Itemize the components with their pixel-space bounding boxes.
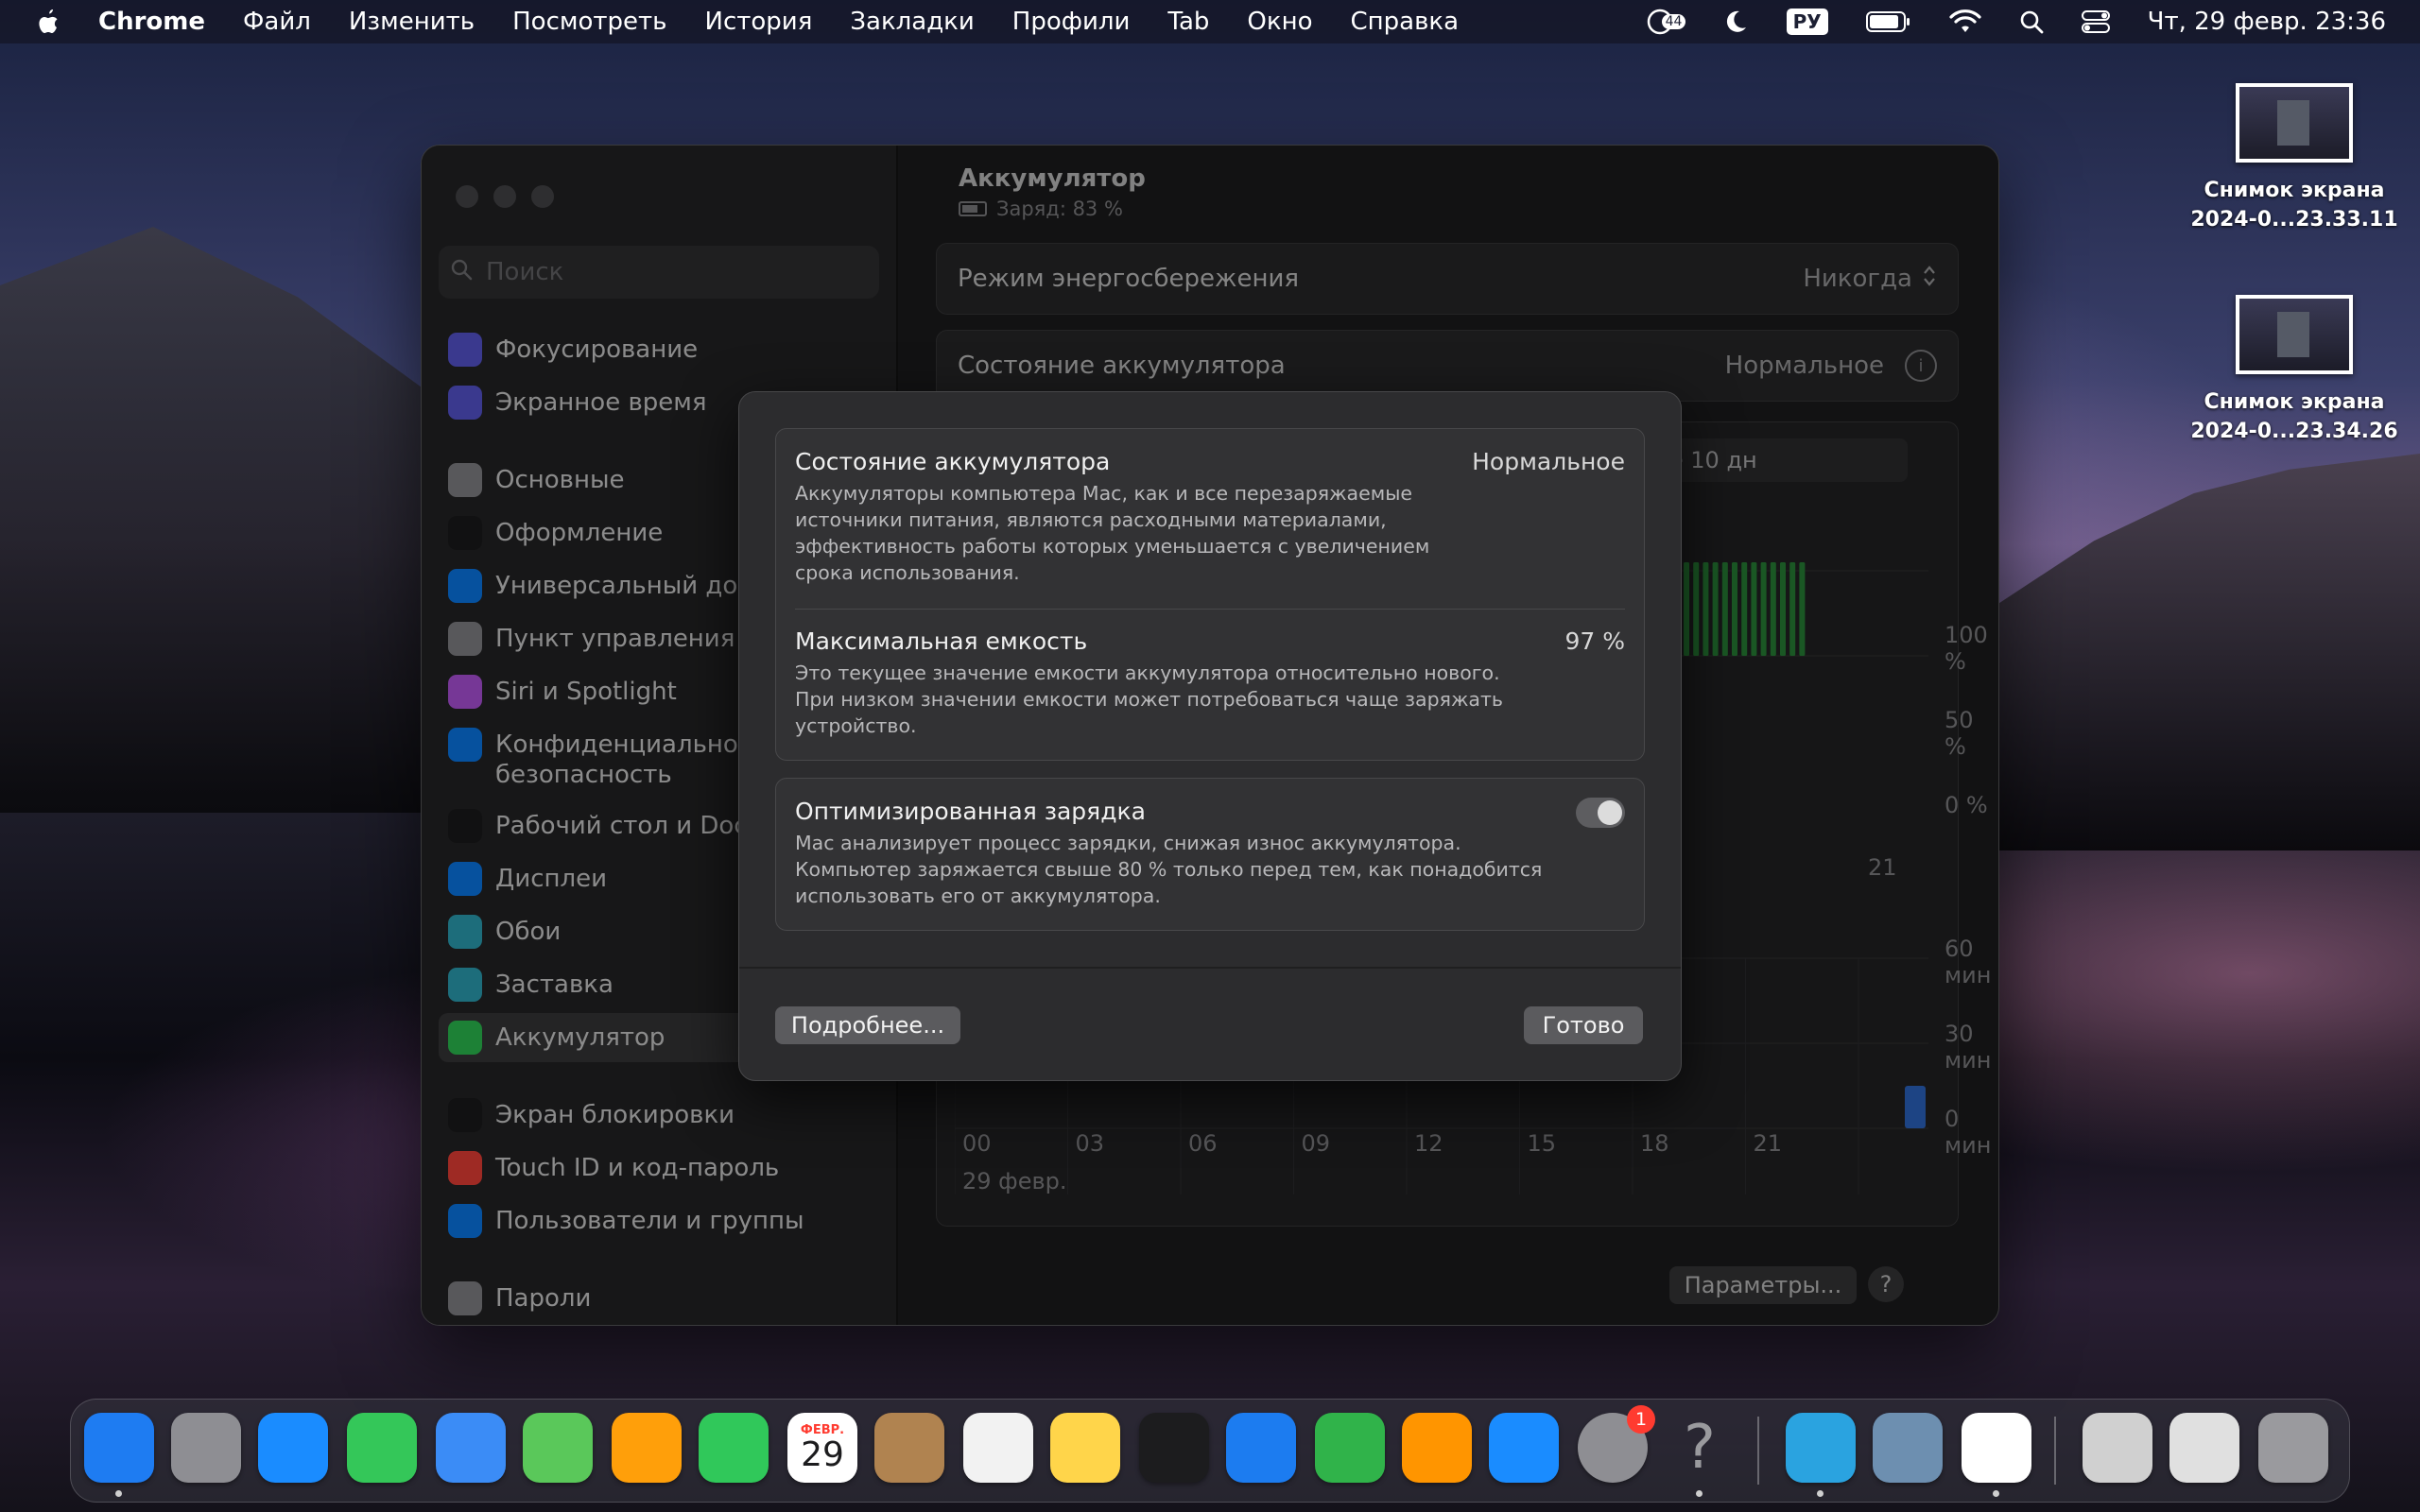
dock-running-indicator — [1817, 1490, 1824, 1497]
control-center-icon[interactable] — [2081, 9, 2110, 34]
system-settings-icon[interactable]: 1 — [1578, 1405, 1655, 1483]
optimized-desc-line: Mac анализирует процесс зарядки, снижая … — [795, 832, 1461, 854]
health-desc-line: Аккумуляторы компьютера Mac, как и все п… — [795, 482, 1412, 505]
finder-icon[interactable] — [84, 1413, 154, 1483]
capacity-desc-line: Это текущее значение емкости аккумулятор… — [795, 662, 1500, 684]
dock-separator — [1757, 1417, 1759, 1485]
preview-icon[interactable] — [1873, 1413, 1943, 1483]
optimized-charging-title: Оптимизированная зарядка — [795, 798, 1146, 825]
maps-icon[interactable] — [523, 1413, 593, 1483]
chrome-icon[interactable] — [1962, 1413, 2031, 1483]
group-separator — [795, 609, 1625, 610]
screenshot-thumbnail — [2236, 295, 2353, 374]
reminders-icon[interactable] — [963, 1413, 1033, 1483]
appstore-icon[interactable] — [1489, 1413, 1559, 1483]
downloads-stack-icon[interactable] — [2169, 1413, 2239, 1483]
contacts-icon[interactable] — [874, 1413, 944, 1483]
battery-health-sheet: Состояние аккумулятора Нормальное Аккуму… — [738, 391, 1682, 1081]
calendar-day: 29 — [801, 1435, 844, 1474]
keynote-icon[interactable] — [1226, 1413, 1296, 1483]
dock-separator — [2054, 1417, 2056, 1485]
optimized-charging-description: Mac анализирует процесс зарядки, снижая … — [795, 830, 1570, 909]
capacity-desc-line: При низком значении емкости может потреб… — [795, 688, 1504, 711]
menu-bar: Chrome Файл Изменить Посмотреть История … — [0, 0, 2420, 43]
facetime-icon[interactable] — [699, 1413, 769, 1483]
help-icon[interactable]: ? — [1665, 1413, 1735, 1483]
input-language-badge: РУ — [1786, 9, 1828, 35]
capacity-description: Это текущее значение емкости аккумулятор… — [795, 660, 1551, 739]
safari-icon[interactable] — [258, 1413, 328, 1483]
dock-running-indicator — [1696, 1490, 1703, 1497]
app-menu-chrome[interactable]: Chrome — [98, 8, 205, 36]
sheet-divider — [739, 967, 1681, 969]
dock: ФЕВР. 29 1? — [70, 1399, 2350, 1503]
more-info-button[interactable]: Подробнее... — [775, 1006, 960, 1044]
appletv-icon[interactable] — [1139, 1413, 1209, 1483]
menu-profiles[interactable]: Профили — [1012, 8, 1131, 36]
menu-edit[interactable]: Изменить — [349, 8, 475, 36]
health-title: Состояние аккумулятора — [795, 448, 1111, 475]
menu-history[interactable]: История — [705, 8, 813, 36]
health-info-group: Состояние аккумулятора Нормальное Аккуму… — [775, 428, 1645, 761]
pages-icon[interactable] — [1402, 1413, 1472, 1483]
dock-running-indicator — [115, 1490, 122, 1497]
menu-clock[interactable]: Чт, 29 февр. 23:36 — [2148, 8, 2386, 36]
wifi-icon[interactable] — [1949, 9, 1981, 34]
wallpaper-mountain-right — [1985, 454, 2420, 850]
capacity-desc-line: устройство. — [795, 714, 917, 737]
mail-icon[interactable] — [436, 1413, 506, 1483]
desktop-file-subtitle: 2024-0...23.33.11 — [2190, 208, 2398, 232]
menu-help[interactable]: Справка — [1350, 8, 1459, 36]
input-source[interactable]: РУ — [1786, 9, 1828, 35]
menu-tab[interactable]: Tab — [1167, 8, 1209, 36]
desktop-file-screenshot-1[interactable]: Снимок экрана 2024-0...23.33.11 — [2186, 83, 2403, 234]
optimized-charging-group: Оптимизированная зарядка Mac анализирует… — [775, 778, 1645, 931]
trash-icon[interactable] — [2258, 1413, 2328, 1483]
desktop-file-title: Снимок экрана — [2204, 179, 2385, 202]
health-desc-line: источники питания, являются расходными м… — [795, 508, 1387, 531]
toggle-knob — [1598, 800, 1622, 825]
menu-bookmarks[interactable]: Закладки — [850, 8, 974, 36]
telegram-icon[interactable] — [1786, 1413, 1856, 1483]
numbers-icon[interactable] — [1315, 1413, 1385, 1483]
archive-icon[interactable] — [2083, 1413, 2152, 1483]
notes-icon[interactable] — [1050, 1413, 1120, 1483]
battery-status-icon[interactable] — [1865, 10, 1911, 33]
optimized-desc-line: Компьютер заряжается свыше 80 % только п… — [795, 858, 1543, 881]
health-description: Аккумуляторы компьютера Mac, как и все п… — [795, 480, 1513, 586]
menu-view[interactable]: Посмотреть — [512, 8, 666, 36]
messages-icon[interactable] — [347, 1413, 417, 1483]
notification-count: 44 — [1661, 14, 1686, 29]
desktop-file-subtitle: 2024-0...23.34.26 — [2190, 420, 2398, 443]
health-desc-line: эффективность работы которых уменьшается… — [795, 535, 1430, 558]
dock-running-indicator — [1993, 1490, 1999, 1497]
health-value: Нормальное — [1472, 448, 1625, 475]
menu-window[interactable]: Окно — [1247, 8, 1312, 36]
capacity-title: Максимальная емкость — [795, 627, 1088, 655]
desktop-file-title: Снимок экрана — [2204, 390, 2385, 414]
capacity-value: 97 % — [1564, 627, 1625, 655]
menu-file[interactable]: Файл — [243, 8, 311, 36]
photos-icon[interactable] — [612, 1413, 682, 1483]
desktop-file-screenshot-2[interactable]: Снимок экрана 2024-0...23.34.26 — [2186, 295, 2403, 446]
focus-moon-icon[interactable] — [1722, 9, 1749, 35]
apple-menu-icon[interactable] — [34, 8, 62, 36]
notification-status-item[interactable]: 44 — [1647, 7, 1686, 37]
optimized-desc-line: использовать его от аккумулятора. — [795, 885, 1161, 907]
calendar-icon[interactable]: ФЕВР. 29 — [787, 1413, 857, 1483]
optimized-charging-toggle[interactable] — [1576, 798, 1625, 828]
screenshot-thumbnail — [2236, 83, 2353, 163]
done-button[interactable]: Готово — [1524, 1006, 1643, 1044]
settings-update-badge: 1 — [1627, 1405, 1655, 1434]
spotlight-search-icon[interactable] — [2019, 9, 2044, 34]
health-desc-line: срока использования. — [795, 561, 1020, 584]
launchpad-icon[interactable] — [171, 1413, 241, 1483]
